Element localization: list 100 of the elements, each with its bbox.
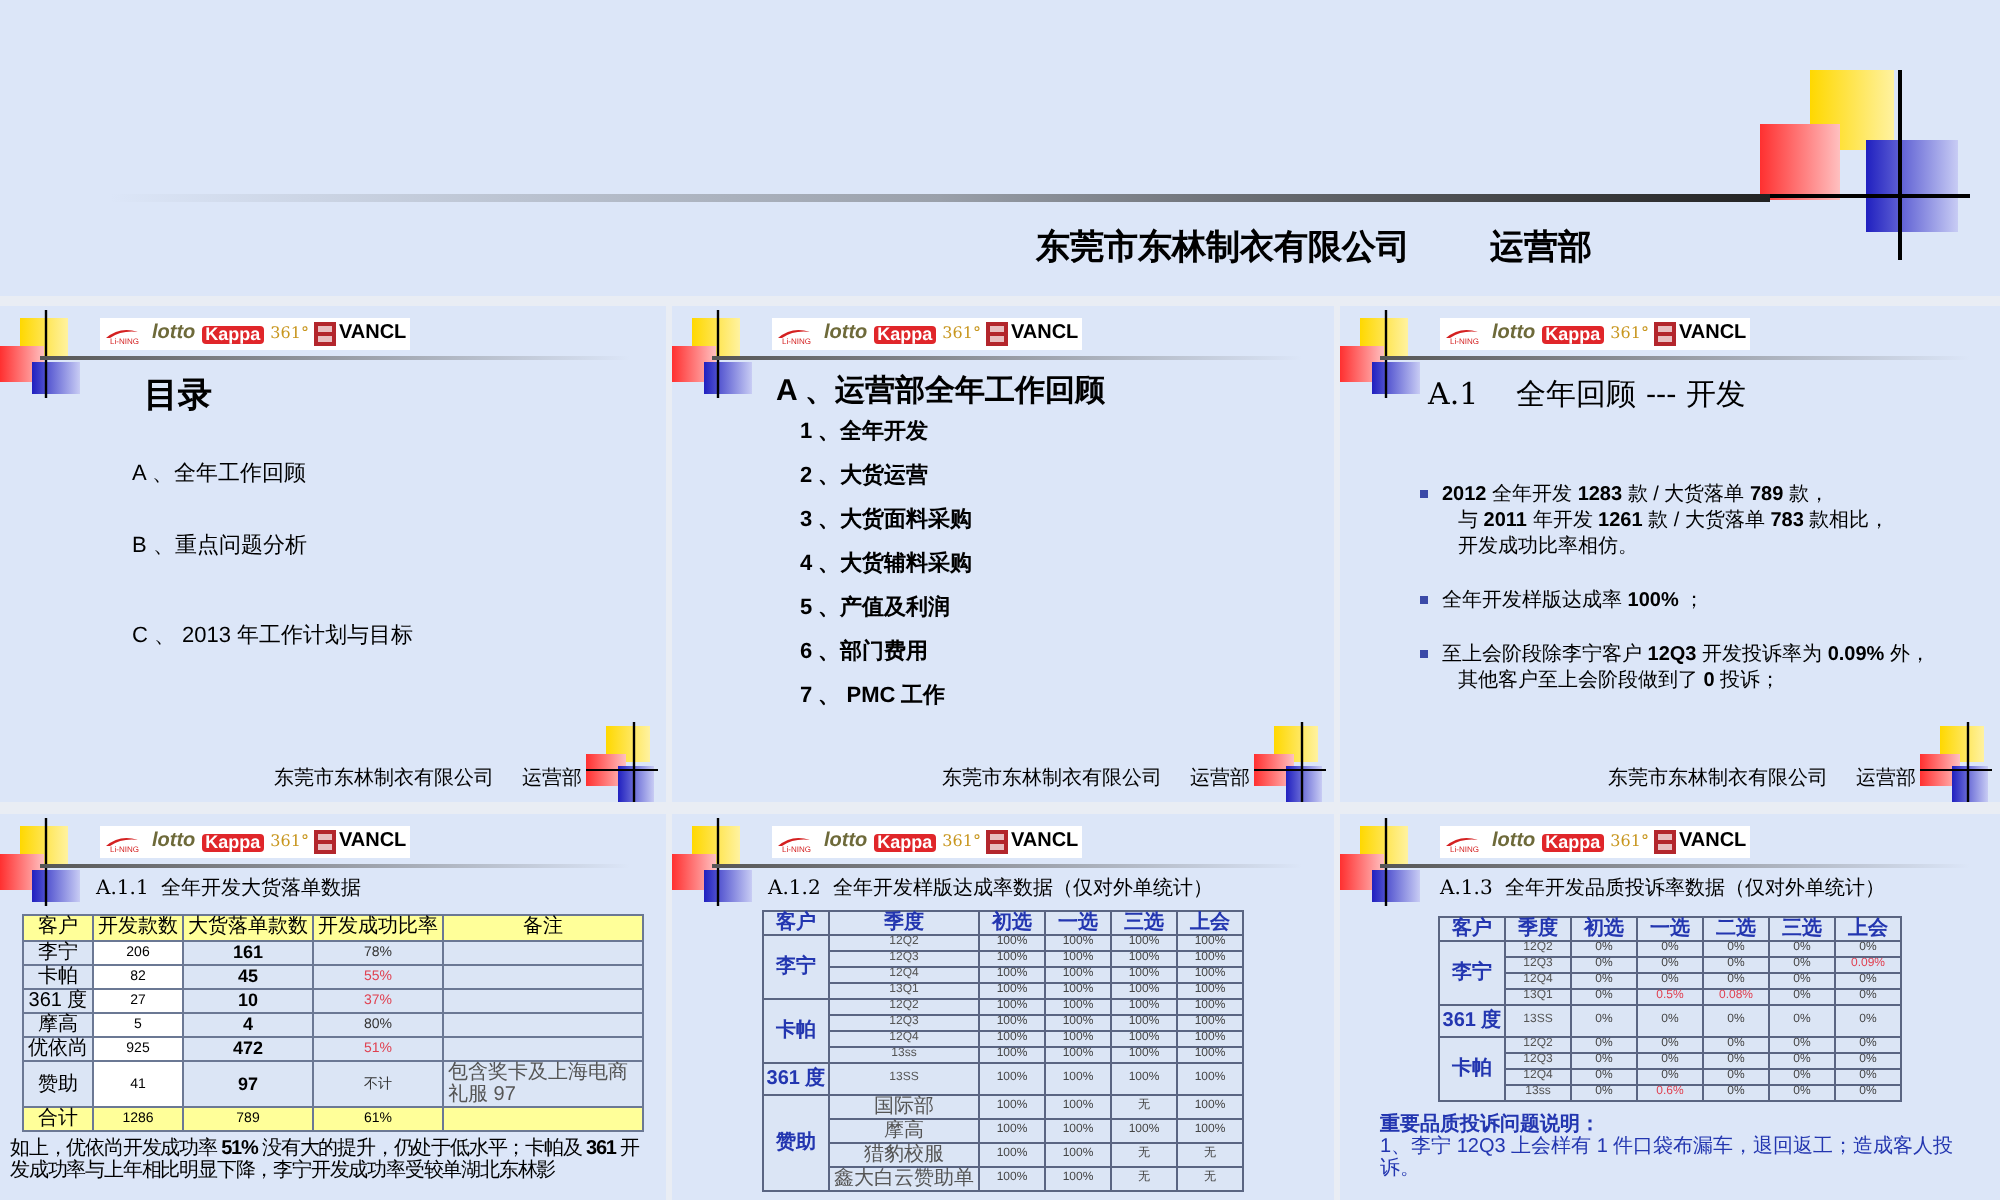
agenda-item: 3 、大货面料采购 — [800, 507, 973, 533]
footer-company: 东莞市东林制衣有限公司 — [942, 770, 1162, 790]
column-header: 初选 — [1571, 917, 1637, 941]
agenda-item: 1 、全年开发 — [800, 419, 929, 445]
contents-item: A 、全年工作回顾 — [132, 459, 308, 489]
table-cell: 卡帕 — [23, 965, 93, 989]
logo-text: VANCL — [1010, 832, 1079, 852]
table-cell: 李宁 — [23, 941, 93, 965]
note-text: 1、李宁 12Q3 上会样有 1 件口袋布漏车，退回返工；造成客人投诉。 — [1380, 1136, 1956, 1180]
department-name: 运营部 — [1490, 226, 1592, 272]
table-cell: 摩高 — [829, 1119, 979, 1143]
table-cell: 97 — [183, 1061, 313, 1107]
logo-text: Kappa — [201, 833, 265, 851]
logo-text: 361° — [942, 326, 981, 342]
swoosh-icon — [104, 328, 140, 340]
bullet-icon — [1420, 489, 1428, 497]
logo-text: 361° — [1610, 834, 1649, 850]
table-cell: 161 — [183, 941, 313, 965]
table-cell: 摩高 — [23, 1013, 93, 1037]
swoosh-icon — [776, 836, 812, 848]
swoosh-icon — [1444, 836, 1480, 848]
logo-text: 361° — [270, 326, 309, 342]
logo-text: lotto — [152, 832, 196, 852]
column-header: 一选 — [1637, 917, 1703, 941]
swoosh-icon — [1444, 328, 1480, 340]
column-header: 三选 — [1111, 911, 1177, 935]
agenda-item: 4 、大货辅料采购 — [800, 551, 973, 577]
table-cell: 包含奖卡及上海电商礼服 97 — [443, 1061, 643, 1107]
agenda-item: 2 、大货运营 — [800, 463, 929, 489]
column-header: 三选 — [1769, 917, 1835, 941]
footer-department: 运营部 — [522, 770, 582, 790]
footer-company: 东莞市东林制衣有限公司 — [274, 770, 494, 790]
summary-text: 如上，优依尚开发成功率 51% 没有大的提升，仍处于低水平；卡帕及 361 开发成功率与上年相比明显下降，李宁开发成功率受较单湖北东林影 — [10, 1138, 642, 1182]
table-cell: 赞助 — [23, 1061, 93, 1107]
column-header: 开发款数 — [93, 915, 183, 941]
logo-text: Kappa — [873, 325, 937, 343]
column-header: 初选 — [979, 911, 1045, 935]
logo-text: Kappa — [201, 325, 265, 343]
agenda-item: 5 、产值及利润 — [800, 595, 951, 621]
logo-text: lotto — [1492, 324, 1536, 344]
bullet-icon — [1420, 595, 1428, 603]
slide-title: A.1 全年回顾 --- 开发 — [1428, 374, 1748, 416]
slide-title: A 、运营部全年工作回顾 — [776, 372, 1107, 412]
slide-title: A.1.1 全年开发大货落单数据 — [96, 875, 364, 904]
column-header: 上会 — [1835, 917, 1901, 941]
swoosh-icon — [776, 328, 812, 340]
logo-text: Kappa — [1541, 325, 1605, 343]
table-cell: 赞助 — [763, 1095, 829, 1191]
table-cell: 4 — [183, 1013, 313, 1037]
notes-title: 重要品质投诉问题说明： — [1380, 1114, 1602, 1136]
company-name: 东莞市东林制衣有限公司 — [1036, 226, 1410, 272]
logo-text: Kappa — [1541, 833, 1605, 851]
logo-text: 361° — [270, 834, 309, 850]
logo-text: lotto — [152, 324, 196, 344]
table-cell: 361 度 — [763, 1063, 829, 1095]
table-cell: 472 — [183, 1037, 313, 1061]
table-cell: 李宁 — [763, 935, 829, 999]
contents-item: B 、重点问题分析 — [132, 531, 309, 562]
column-header: 上会 — [1177, 911, 1243, 935]
table-cell: 李宁 — [1439, 941, 1505, 1005]
column-header: 季度 — [1505, 917, 1571, 941]
table-cell: 卡帕 — [763, 999, 829, 1063]
logo-text: 361° — [1610, 326, 1649, 342]
logo-text: Kappa — [873, 833, 937, 851]
column-header: 客户 — [1439, 917, 1505, 941]
swoosh-icon — [104, 836, 140, 848]
logo-text: VANCL — [338, 832, 407, 852]
logo-text: lotto — [824, 324, 868, 344]
bullet-icon — [1420, 649, 1428, 657]
logo-text: lotto — [824, 832, 868, 852]
column-header: 客户 — [763, 911, 829, 935]
column-header: 开发成功比率 — [313, 915, 443, 941]
table-cell: 国际部 — [829, 1095, 979, 1119]
table-cell: 45 — [183, 965, 313, 989]
table-cell: 优依尚 — [23, 1037, 93, 1061]
column-header: 客户 — [23, 915, 93, 941]
agenda-item: 6 、部门费用 — [800, 639, 929, 665]
column-header: 季度 — [829, 911, 979, 935]
table-cell: 10 — [183, 989, 313, 1013]
table-cell: 361 度 — [23, 989, 93, 1013]
logo-text: VANCL — [338, 324, 407, 344]
decoration-drawing — [1920, 722, 1992, 802]
agenda-item: 7 、 PMC 工作 — [800, 683, 946, 709]
column-header: 二选 — [1703, 917, 1769, 941]
slide-title: A.1.3 全年开发品质投诉率数据（仅对外单统计） — [1440, 875, 1888, 904]
column-header: 大货落单款数 — [183, 915, 313, 941]
table-cell: 猎豹校服 — [829, 1143, 979, 1167]
decoration-drawing — [1254, 722, 1326, 802]
footer-department: 运营部 — [1190, 770, 1250, 790]
bullet-text: 2012 全年开发 1283 款 / 大货落单 789 款， 与 2011 年开发 1261 款 / 大货落单 783 款相比， 开发成功比率相仿。 — [1442, 481, 1890, 559]
bullet-text: 全年开发样版达成率 100% ； — [1442, 587, 1705, 613]
contents-item: C 、 2013 年工作计划与目标 — [132, 621, 416, 651]
footer-company: 东莞市东林制衣有限公司 — [1608, 770, 1828, 790]
logo-text: 361° — [942, 834, 981, 850]
logo-text: VANCL — [1678, 324, 1747, 344]
decoration-drawing — [586, 722, 658, 802]
table-cell: 卡帕 — [1439, 1037, 1505, 1101]
column-header: 备注 — [443, 915, 643, 941]
table-cell: 鑫大白云赞助单 — [829, 1167, 979, 1191]
logo-text: lotto — [1492, 832, 1536, 852]
